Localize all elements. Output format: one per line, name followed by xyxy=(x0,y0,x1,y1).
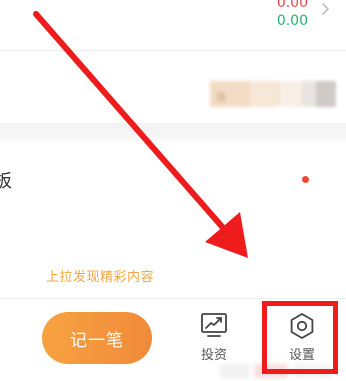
record-button[interactable]: 记一笔 xyxy=(42,312,152,364)
promo-row[interactable]: 简 xyxy=(0,51,346,123)
amount-top: 0.00 xyxy=(276,0,308,11)
hexagon-gear-icon xyxy=(290,313,314,339)
amount-bottom: 0.00 xyxy=(276,13,308,29)
summary-panel[interactable]: 0.00 0.00 xyxy=(0,0,346,51)
nav-label-invest: 投资 xyxy=(200,348,227,363)
chevron-right-icon[interactable] xyxy=(318,2,332,16)
pull-up-hint: 上拉发现精彩内容 xyxy=(45,270,154,285)
notification-dot xyxy=(302,176,309,183)
chart-up-icon xyxy=(201,313,227,337)
promo-text: 简 xyxy=(216,93,227,104)
summary-amounts: 0.00 0.00 xyxy=(277,0,308,30)
system-bar-blur xyxy=(220,362,340,380)
section-divider xyxy=(0,123,346,141)
promo-image[interactable]: 简 xyxy=(210,81,336,107)
nav-label-settings: 设置 xyxy=(288,348,315,363)
list-row[interactable]: 板 xyxy=(0,141,346,221)
row-title: 板 xyxy=(0,171,12,192)
